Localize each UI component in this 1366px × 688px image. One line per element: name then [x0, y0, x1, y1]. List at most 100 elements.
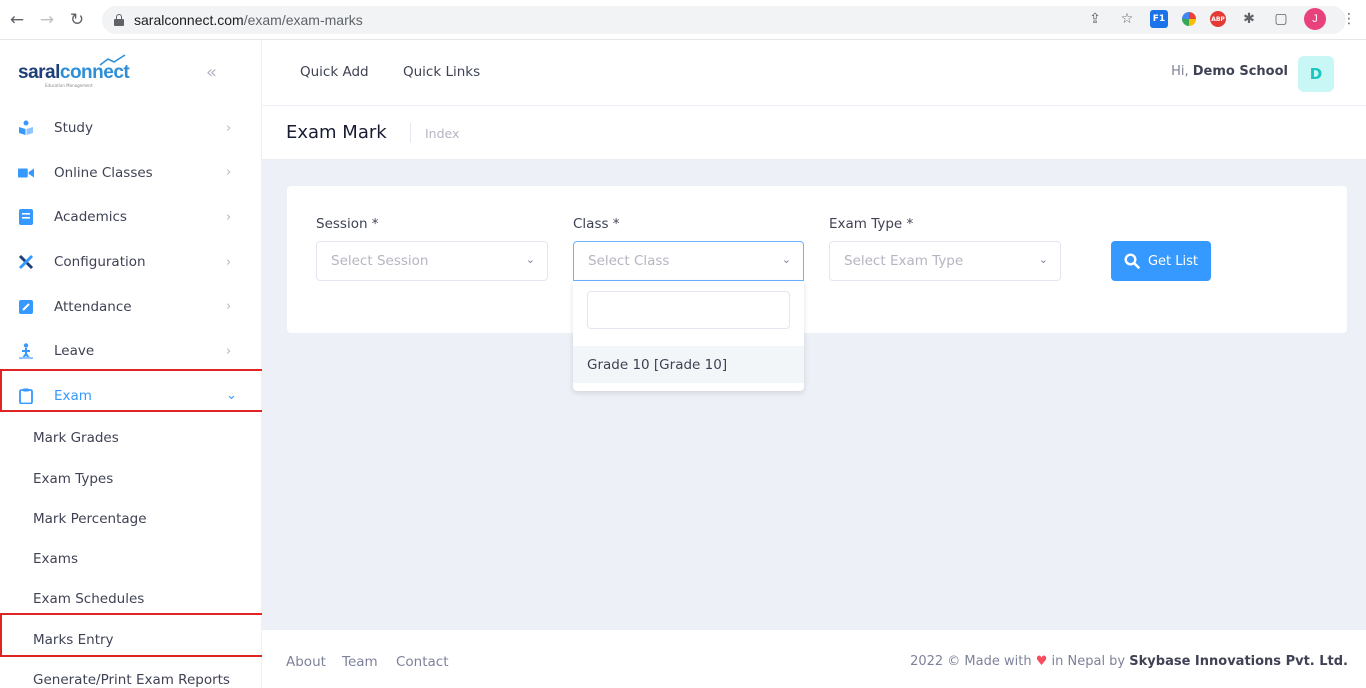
- footer-about-link[interactable]: About: [286, 654, 326, 670]
- back-arrow-icon[interactable]: ←: [4, 7, 30, 33]
- copyright-prefix: 2022 © Made with: [910, 654, 1032, 669]
- forward-arrow-icon[interactable]: →: [34, 7, 60, 33]
- quick-add-link[interactable]: Quick Add: [300, 64, 369, 80]
- sidebar-item-leave[interactable]: Leave ›: [0, 329, 261, 374]
- get-list-label: Get List: [1147, 253, 1199, 269]
- logo-text-part1: saral: [18, 62, 60, 83]
- clipboard-icon: [18, 388, 34, 404]
- edit-square-icon: [18, 299, 34, 315]
- collapse-sidebar-icon[interactable]: «: [206, 62, 217, 83]
- browser-toolbar: ← → ↻ saralconnect.com/exam/exam-marks ⇪…: [0, 0, 1366, 40]
- session-label: Session *: [316, 216, 379, 232]
- sidebar-item-label: Study: [54, 120, 93, 137]
- share-icon[interactable]: ⇪: [1086, 10, 1104, 28]
- copyright-mid: in Nepal by: [1051, 654, 1126, 669]
- class-select[interactable]: Select Class ⌄: [573, 241, 804, 281]
- submenu-item-marks-entry[interactable]: Marks Entry: [0, 620, 261, 660]
- sidebar-item-label: Attendance: [54, 298, 132, 315]
- filter-card: Session * Select Session ⌄ Class * Selec…: [287, 186, 1347, 333]
- sidebar-item-online-classes[interactable]: Online Classes ›: [0, 151, 261, 196]
- video-camera-icon: [18, 165, 34, 181]
- chevron-down-icon: ⌄: [525, 253, 535, 266]
- bookmark-star-icon[interactable]: ☆: [1118, 10, 1136, 28]
- exam-type-select[interactable]: Select Exam Type ⌄: [829, 241, 1061, 281]
- title-divider: [410, 123, 411, 143]
- class-option[interactable]: Grade 10 [Grade 10]: [573, 346, 804, 383]
- copyright-text: 2022 © Made with ♥ in Nepal by Skybase I…: [910, 654, 1348, 669]
- logo-row: saralconnect Education Management «: [0, 40, 261, 106]
- tools-icon: [18, 254, 34, 270]
- main-content: Session * Select Session ⌄ Class * Selec…: [262, 160, 1366, 630]
- company-name[interactable]: Skybase Innovations Pvt. Ltd.: [1129, 654, 1348, 669]
- user-avatar[interactable]: D: [1298, 56, 1334, 92]
- exam-submenu: Mark Grades Exam Types Mark Percentage E…: [0, 418, 261, 688]
- extension-icons: ⇪ ☆ F1 ABP ✱ ▢ J ⋮: [1086, 8, 1358, 30]
- sidebar-item-exam[interactable]: Exam ⌄: [0, 374, 261, 419]
- breadcrumb: Index: [425, 126, 460, 141]
- footer-team-link[interactable]: Team: [342, 654, 378, 670]
- puzzle-extensions-icon[interactable]: ✱: [1240, 10, 1258, 28]
- heart-icon: ♥: [1035, 654, 1048, 669]
- submenu-item-mark-percentage[interactable]: Mark Percentage: [0, 499, 261, 539]
- sidebar-item-label: Leave: [54, 343, 95, 360]
- footer: About Team Contact 2022 © Made with ♥ in…: [262, 630, 1366, 688]
- session-select[interactable]: Select Session ⌄: [316, 241, 548, 281]
- sidebar-item-label: Configuration: [54, 254, 146, 271]
- submenu-item-generate-reports[interactable]: Generate/Print Exam Reports: [0, 660, 261, 688]
- url-domain: saralconnect.com: [134, 12, 244, 28]
- sidebar-menu: Study › Online Classes › Academics › Con…: [0, 106, 261, 418]
- logo-subtitle: Education Management: [45, 83, 93, 88]
- user-name: Demo School: [1192, 64, 1288, 79]
- chevron-down-icon: ⌄: [1038, 253, 1048, 266]
- sidebar-item-attendance[interactable]: Attendance ›: [0, 284, 261, 329]
- person-walking-icon: [18, 343, 34, 360]
- lock-icon: [114, 14, 124, 26]
- sidebar-item-label: Academics: [54, 209, 127, 226]
- reload-icon[interactable]: ↻: [64, 7, 90, 33]
- exam-type-placeholder: Select Exam Type: [844, 253, 964, 269]
- top-header: Quick Add Quick Links Hi, Demo School D: [262, 40, 1366, 106]
- chevron-right-icon: ›: [226, 254, 232, 270]
- sidebar-item-academics[interactable]: Academics ›: [0, 195, 261, 240]
- url-path: /exam/exam-marks: [243, 12, 363, 28]
- chevron-right-icon: ›: [226, 165, 232, 181]
- exam-type-label: Exam Type *: [829, 216, 914, 232]
- sidebar-item-study[interactable]: Study ›: [0, 106, 261, 151]
- quick-links-link[interactable]: Quick Links: [403, 64, 480, 80]
- class-label: Class *: [573, 216, 620, 232]
- logo[interactable]: saralconnect: [18, 54, 130, 84]
- submenu-item-exams[interactable]: Exams: [0, 539, 261, 579]
- book-reader-icon: [18, 120, 34, 136]
- side-panel-icon[interactable]: ▢: [1272, 10, 1290, 28]
- sidebar-item-label: Exam: [54, 387, 92, 404]
- submenu-item-exam-schedules[interactable]: Exam Schedules: [0, 579, 261, 619]
- chevron-right-icon: ›: [226, 209, 232, 225]
- greeting-prefix: Hi,: [1171, 64, 1189, 79]
- color-picker-extension-icon[interactable]: [1182, 12, 1196, 26]
- class-placeholder: Select Class: [588, 253, 670, 269]
- sidebar-item-label: Online Classes: [54, 164, 153, 181]
- footer-contact-link[interactable]: Contact: [396, 654, 449, 670]
- chevron-right-icon: ›: [226, 343, 232, 359]
- f1-extension-icon[interactable]: F1: [1150, 10, 1168, 28]
- chevron-right-icon: ›: [226, 299, 232, 315]
- submenu-item-mark-grades[interactable]: Mark Grades: [0, 418, 261, 458]
- url-text: saralconnect.com/exam/exam-marks: [134, 12, 363, 28]
- profile-avatar[interactable]: J: [1304, 8, 1326, 30]
- sidebar-item-configuration[interactable]: Configuration ›: [0, 240, 261, 285]
- notebook-icon: [18, 209, 34, 226]
- logo-swoosh-icon: [99, 54, 126, 66]
- session-placeholder: Select Session: [331, 253, 429, 269]
- submenu-item-exam-types[interactable]: Exam Types: [0, 458, 261, 498]
- subheader: Exam Mark Index: [262, 106, 1366, 160]
- chevron-down-icon: ⌄: [226, 388, 237, 404]
- get-list-button[interactable]: Get List: [1111, 241, 1211, 281]
- search-icon: [1124, 253, 1140, 269]
- class-search-input[interactable]: [587, 291, 790, 329]
- adblock-extension-icon[interactable]: ABP: [1210, 11, 1226, 27]
- page-title: Exam Mark: [286, 122, 387, 143]
- class-dropdown-menu: Grade 10 [Grade 10]: [573, 281, 804, 391]
- kebab-menu-icon[interactable]: ⋮: [1340, 10, 1358, 28]
- chevron-down-icon: ⌄: [781, 253, 791, 266]
- user-greeting[interactable]: Hi, Demo School: [1171, 64, 1288, 79]
